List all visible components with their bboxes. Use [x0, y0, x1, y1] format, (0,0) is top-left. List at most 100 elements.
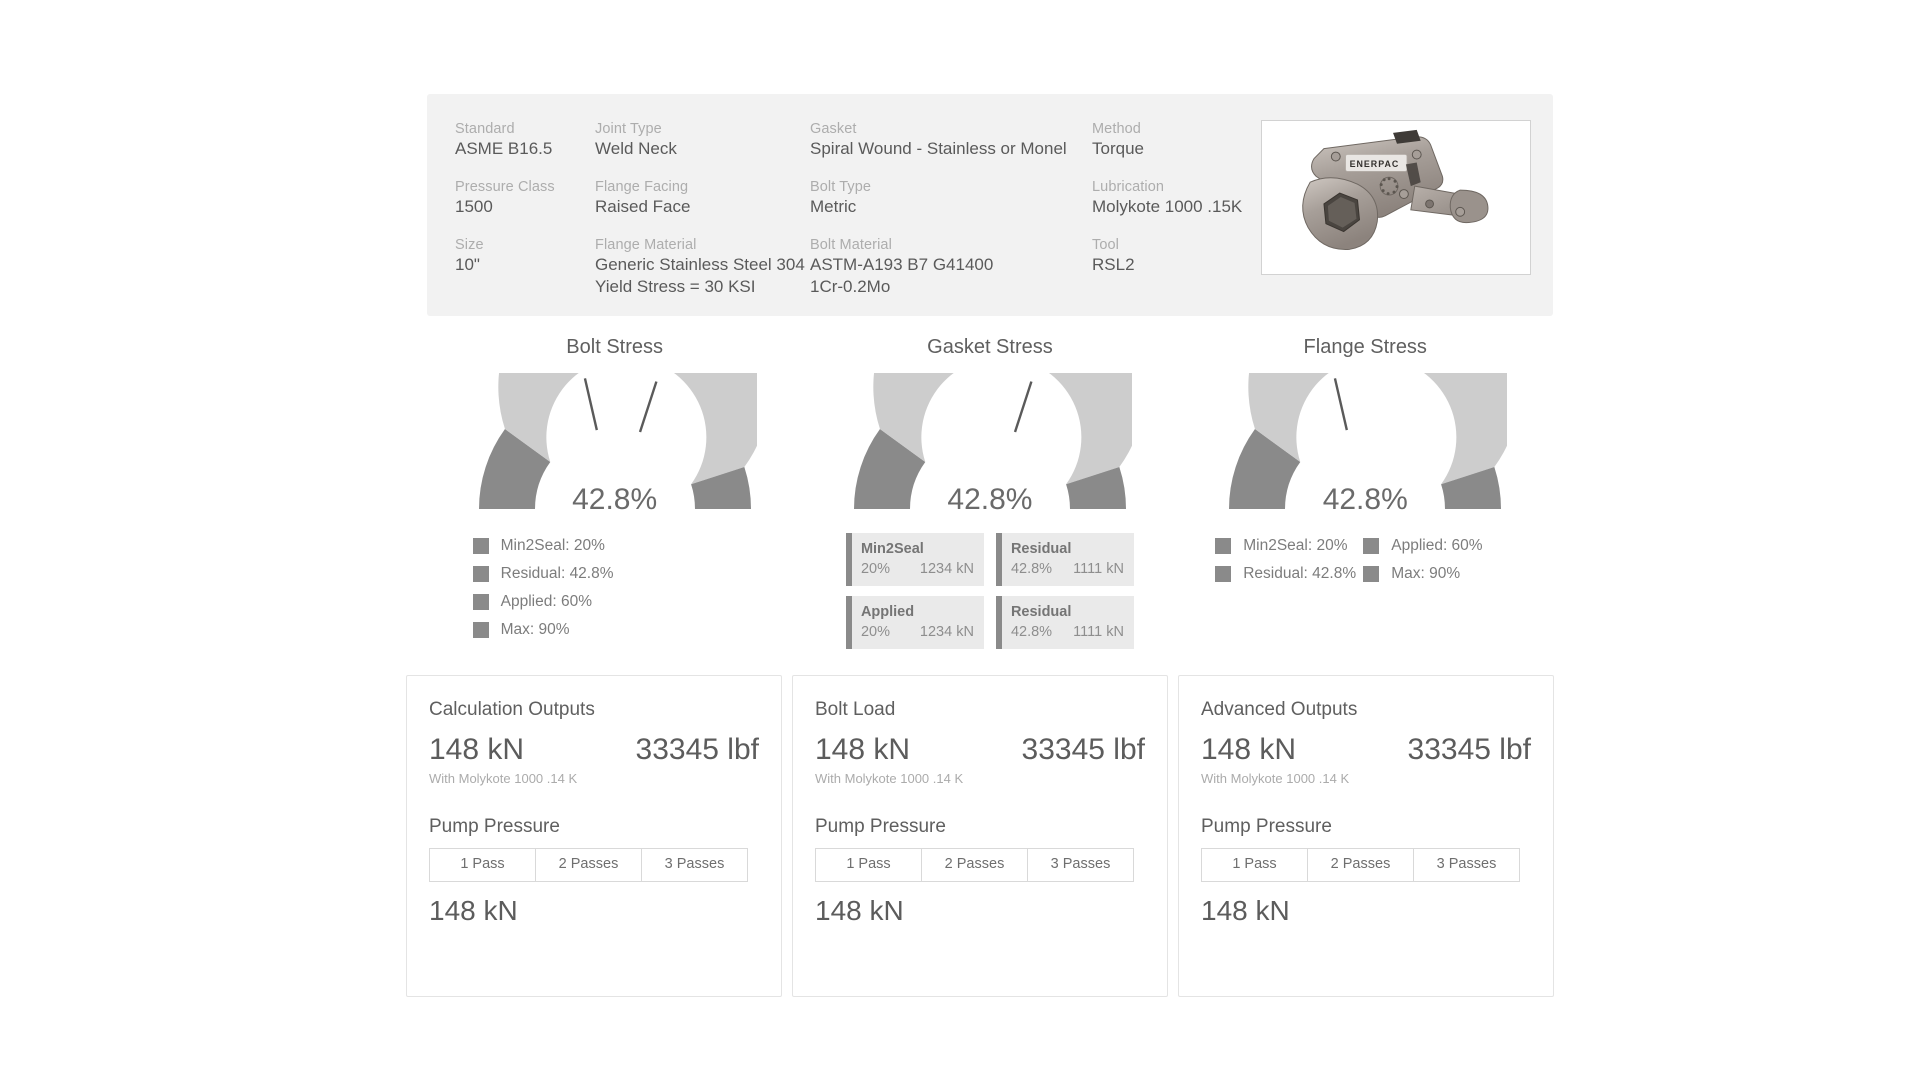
field-label: Bolt Type [810, 178, 1084, 196]
field-method: Method Torque [1092, 120, 1265, 160]
field-value: Torque [1092, 138, 1257, 160]
field-value: Spiral Wound - Stainless or Monel [810, 138, 1084, 160]
legend-card: Residual 42.8% 1111 kN [996, 596, 1134, 649]
legend-card-title: Applied [861, 603, 974, 621]
pump-pressure-result: 148 kN [429, 894, 759, 928]
field-value: ASME B16.5 [455, 138, 587, 160]
field-label: Flange Material [595, 236, 802, 254]
pump-pass-selector[interactable]: 1 Pass 2 Passes 3 Passes [429, 848, 748, 882]
pump-pass-selector[interactable]: 1 Pass 2 Passes 3 Passes [1201, 848, 1520, 882]
legend-card-percent: 20% [861, 623, 890, 641]
field-value: ASTM-A193 B7 G41400 [810, 254, 1084, 276]
card-advanced-outputs: Advanced Outputs 148 kN 33345 lbf With M… [1178, 675, 1554, 997]
field-value: Weld Neck [595, 138, 802, 160]
field-value: 1500 [455, 196, 587, 218]
field-value: Metric [810, 196, 1084, 218]
legend-label: Min2Seal: 20% [501, 537, 605, 555]
card-title: Calculation Outputs [429, 698, 759, 722]
pass-option-2[interactable]: 2 Passes [536, 849, 642, 881]
gauge-bolt-stress: Bolt Stress 42.8% Min2Seal: 20% Residual… [427, 335, 802, 649]
field-flange-material: Flange Material Generic Stainless Steel … [595, 236, 810, 298]
field-label: Lubrication [1092, 178, 1257, 196]
legend-label: Residual: 42.8% [1243, 565, 1356, 583]
legend-card-row: 42.8% 1111 kN [1011, 623, 1124, 641]
legend-swatch-icon [1363, 538, 1379, 554]
gauge-arc: 42.8% [1223, 373, 1507, 515]
field-label: Joint Type [595, 120, 802, 138]
card-values: 148 kN 33345 lbf [429, 732, 759, 768]
legend-card-row: 42.8% 1111 kN [1011, 560, 1124, 578]
pump-pressure-result: 148 kN [1201, 894, 1531, 928]
field-size: Size 10" [455, 236, 595, 298]
field-label: Flange Facing [595, 178, 802, 196]
legend-swatch-icon [1215, 566, 1231, 582]
field-label: Method [1092, 120, 1257, 138]
gauge-tick-marker [640, 382, 656, 432]
card-primary-value: 148 kN [1201, 732, 1296, 768]
gauge-svg [1223, 373, 1507, 515]
field-lubrication: Lubrication Molykote 1000 .15K [1092, 178, 1265, 218]
legend-swatch-icon [473, 566, 489, 582]
gauge-title: Gasket Stress [927, 335, 1053, 359]
card-note: With Molykote 1000 .14 K [815, 770, 1145, 787]
svg-text:ENERPAC: ENERPAC [1350, 159, 1400, 169]
legend-label: Min2Seal: 20% [1243, 537, 1347, 555]
pass-option-3[interactable]: 3 Passes [1414, 849, 1519, 881]
legend-item: Max: 90% [1363, 565, 1493, 583]
legend-swatch-icon [473, 622, 489, 638]
legend-card: Applied 20% 1234 kN [846, 596, 984, 649]
tool-image: ENERPAC [1261, 120, 1531, 275]
gauge-legend: Min2Seal 20% 1234 kN Residual 42.8% 1111… [846, 533, 1134, 649]
legend-card-percent: 42.8% [1011, 623, 1052, 641]
card-secondary-value: 33345 lbf [1022, 732, 1145, 768]
pump-pressure-title: Pump Pressure [429, 815, 759, 839]
pass-option-1[interactable]: 1 Pass [1202, 849, 1308, 881]
field-label: Tool [1092, 236, 1257, 254]
gauge-flange-stress: Flange Stress 42.8% Min2Seal: 20% Applie… [1178, 335, 1553, 649]
gauge-legend: Min2Seal: 20% Applied: 60% Residual: 42.… [1215, 537, 1515, 583]
pump-pressure-title: Pump Pressure [1201, 815, 1531, 839]
card-primary-value: 148 kN [429, 732, 524, 768]
legend-label: Applied: 60% [501, 593, 592, 611]
field-bolt-type: Bolt Type Metric [810, 178, 1092, 218]
field-standard: Standard ASME B16.5 [455, 120, 595, 160]
pump-pass-selector[interactable]: 1 Pass 2 Passes 3 Passes [815, 848, 1134, 882]
pass-option-1[interactable]: 1 Pass [816, 849, 922, 881]
field-label: Gasket [810, 120, 1084, 138]
legend-swatch-icon [473, 594, 489, 610]
gauge-svg [848, 373, 1132, 515]
pass-option-3[interactable]: 3 Passes [642, 849, 747, 881]
gauge-svg [473, 373, 757, 515]
gauge-gasket-stress: Gasket Stress 42.8% Min2Seal 20% 1234 kN… [802, 335, 1177, 649]
stress-gauges: Bolt Stress 42.8% Min2Seal: 20% Residual… [427, 335, 1553, 649]
card-secondary-value: 33345 lbf [1408, 732, 1531, 768]
card-primary-value: 148 kN [815, 732, 910, 768]
field-value-line2: Yield Stress = 30 KSI [595, 276, 802, 298]
gauge-title: Bolt Stress [566, 335, 663, 359]
card-title: Advanced Outputs [1201, 698, 1531, 722]
field-label: Size [455, 236, 587, 254]
joint-summary-grid: Standard ASME B16.5 Joint Type Weld Neck… [455, 120, 1265, 298]
field-value: RSL2 [1092, 254, 1257, 276]
field-value: Generic Stainless Steel 304 [595, 254, 802, 276]
legend-card: Min2Seal 20% 1234 kN [846, 533, 984, 586]
card-title: Bolt Load [815, 698, 1145, 722]
legend-label: Applied: 60% [1391, 537, 1482, 555]
legend-card-row: 20% 1234 kN [861, 560, 974, 578]
legend-card-title: Min2Seal [861, 540, 974, 558]
pass-option-3[interactable]: 3 Passes [1028, 849, 1133, 881]
pass-option-2[interactable]: 2 Passes [1308, 849, 1414, 881]
legend-item: Applied: 60% [473, 593, 757, 611]
legend-label: Residual: 42.8% [501, 565, 614, 583]
legend-card-title: Residual [1011, 540, 1124, 558]
legend-label: Max: 90% [1391, 565, 1460, 583]
pump-pressure-title: Pump Pressure [815, 815, 1145, 839]
legend-item: Applied: 60% [1363, 537, 1493, 555]
field-label: Bolt Material [810, 236, 1084, 254]
pass-option-2[interactable]: 2 Passes [922, 849, 1028, 881]
field-joint-type: Joint Type Weld Neck [595, 120, 810, 160]
legend-item: Max: 90% [473, 621, 757, 639]
gauge-tick-marker [585, 378, 597, 430]
pass-option-1[interactable]: 1 Pass [430, 849, 536, 881]
field-tool: Tool RSL2 [1092, 236, 1265, 298]
